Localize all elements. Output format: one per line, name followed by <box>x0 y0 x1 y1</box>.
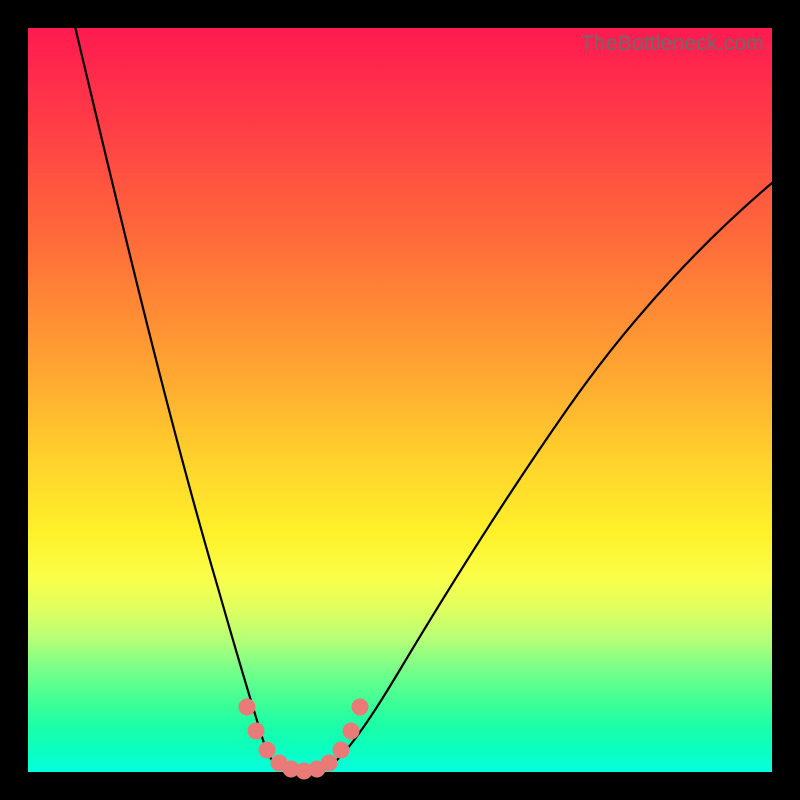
curve-layer <box>28 28 772 772</box>
plot-area: TheBottleneck.com <box>28 28 772 772</box>
curve-right-arm <box>330 183 772 766</box>
curve-left-arm <box>73 18 278 766</box>
outer-frame: TheBottleneck.com <box>0 0 800 800</box>
valley-markers <box>239 699 368 779</box>
